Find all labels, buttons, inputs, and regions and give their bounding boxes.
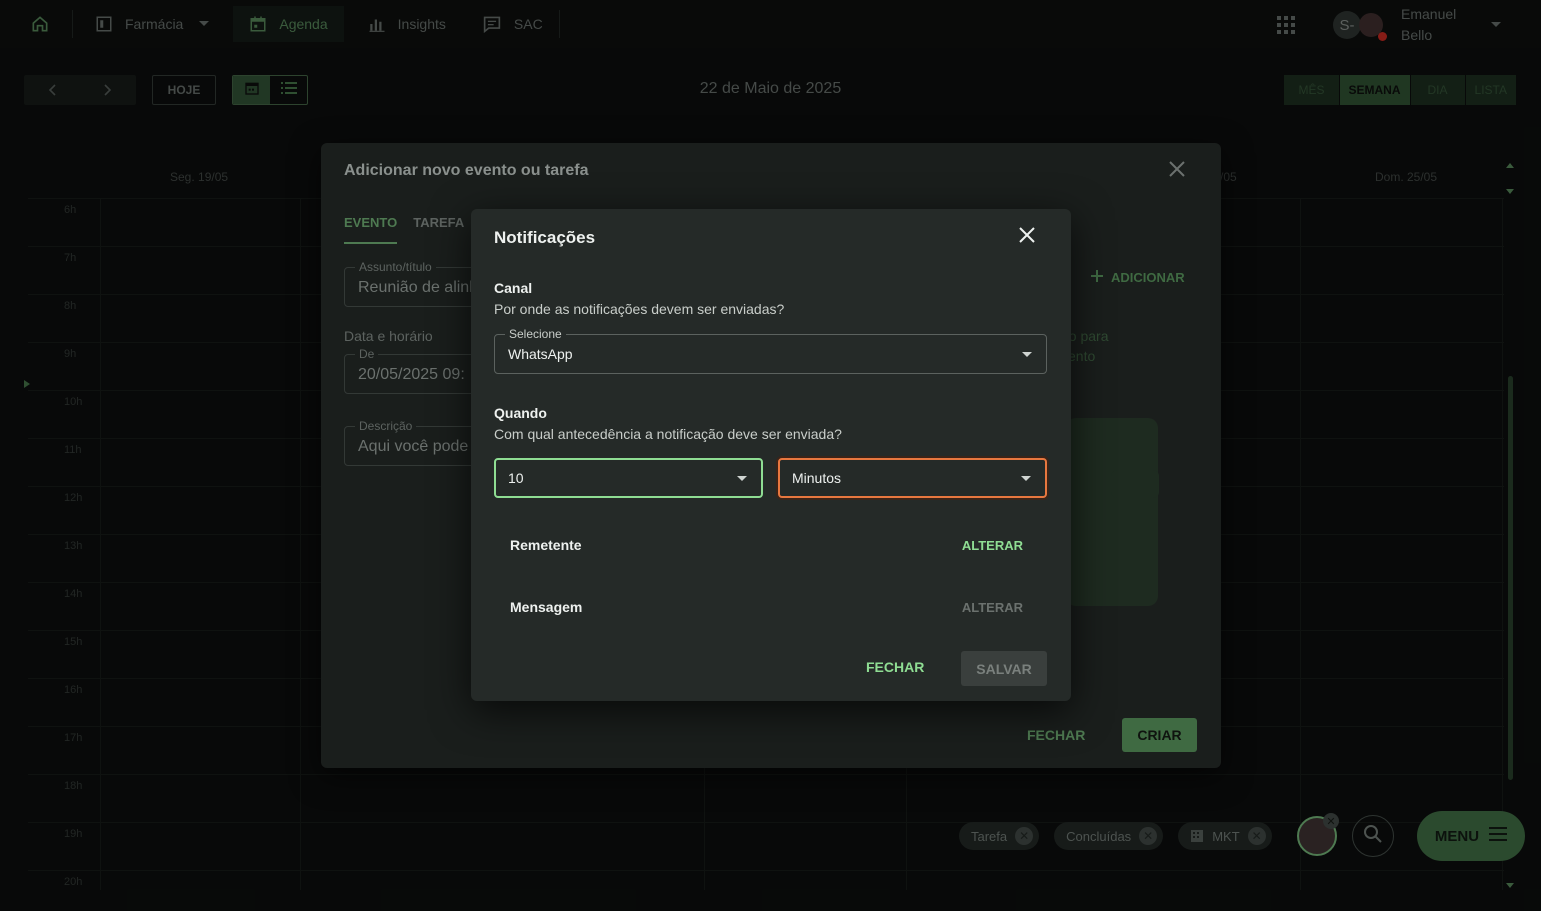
change-sender-button[interactable]: ALTERAR: [962, 538, 1023, 553]
notifications-dialog-title: Notificações: [494, 228, 596, 247]
dropdown-arrow-icon: [737, 476, 747, 481]
save-button[interactable]: SALVAR: [961, 651, 1047, 686]
change-message-button[interactable]: ALTERAR: [962, 600, 1023, 615]
message-label: Mensagem: [510, 599, 583, 615]
unit-value: Minutos: [792, 470, 842, 486]
building-icon: [1190, 828, 1204, 845]
dropdown-arrow-icon: [1021, 476, 1031, 481]
add-label: ADICIONAR: [1111, 270, 1185, 285]
event-dialog-title: Adicionar novo evento ou tarefa: [344, 162, 589, 179]
close-icon: [1019, 226, 1035, 248]
chip-label: Tarefa: [971, 828, 1008, 844]
tab-task[interactable]: TAREFA: [413, 215, 464, 244]
remove-chip-icon[interactable]: ✕: [1015, 827, 1034, 845]
chip-label: Concluídas: [1066, 828, 1132, 844]
channel-select-label: Selecione: [505, 327, 566, 341]
close-icon: [1169, 160, 1185, 182]
remove-chip-icon[interactable]: ✕: [1139, 827, 1158, 845]
channel-select[interactable]: Selecione WhatsApp: [494, 327, 1047, 374]
channel-heading: Canal: [494, 280, 533, 296]
close-notifications-button[interactable]: [1015, 225, 1039, 249]
notifications-dialog: Notificações Canal Por onde as notificaç…: [471, 209, 1071, 701]
message-row: Mensagem ALTERAR: [510, 595, 1023, 619]
unit-select[interactable]: Minutos: [778, 458, 1047, 498]
channel-select-value: WhatsApp: [508, 346, 573, 362]
create-button[interactable]: CRIAR: [1122, 718, 1197, 752]
description-label: Descrição: [355, 419, 417, 433]
menu-label: MENU: [1434, 827, 1480, 845]
event-dialog-tabs: EVENTO TAREFA: [344, 215, 464, 244]
filter-chip[interactable]: Concluídas ✕: [1054, 822, 1164, 850]
search-icon: [1363, 824, 1383, 849]
close-icon[interactable]: ✕: [1323, 813, 1339, 829]
when-question: Com qual antecedência a notificação deve…: [494, 426, 842, 442]
chip-label: MKT: [1212, 828, 1240, 844]
from-value: 20/05/2025 09:: [358, 366, 465, 383]
close-event-dialog-button[interactable]: [1165, 159, 1189, 183]
filter-chip[interactable]: MKT ✕: [1178, 822, 1272, 850]
menu-button[interactable]: MENU: [1417, 811, 1525, 861]
sender-row: Remetente ALTERAR: [510, 533, 1023, 557]
sender-label: Remetente: [510, 537, 582, 553]
tab-event[interactable]: EVENTO: [344, 215, 398, 244]
datetime-section-label: Data e horário: [344, 328, 433, 344]
close-button[interactable]: FECHAR: [1027, 727, 1085, 743]
from-label: De: [355, 347, 379, 361]
when-heading: Quando: [494, 405, 547, 421]
illustration: [1111, 470, 1159, 498]
close-button[interactable]: FECHAR: [866, 659, 924, 675]
add-button[interactable]: ADICIONAR: [1091, 270, 1185, 285]
filter-chips: Tarefa ✕ Concluídas ✕ MKT ✕: [959, 822, 1272, 850]
hamburger-icon: [1489, 827, 1508, 845]
amount-select[interactable]: 10: [494, 458, 763, 498]
remove-chip-icon[interactable]: ✕: [1247, 827, 1266, 845]
subject-value: Reunião de alinl: [358, 279, 473, 296]
illustration: [1066, 418, 1158, 606]
description-value: Aqui você pode: [358, 438, 469, 455]
dropdown-arrow-icon: [1022, 352, 1032, 357]
search-button[interactable]: [1352, 815, 1394, 857]
amount-value: 10: [508, 470, 524, 486]
channel-question: Por onde as notificações devem ser envia…: [494, 301, 785, 317]
plus-icon: [1091, 270, 1103, 285]
filter-chip[interactable]: Tarefa ✕: [959, 822, 1040, 850]
subject-label: Assunto/título: [355, 260, 436, 274]
